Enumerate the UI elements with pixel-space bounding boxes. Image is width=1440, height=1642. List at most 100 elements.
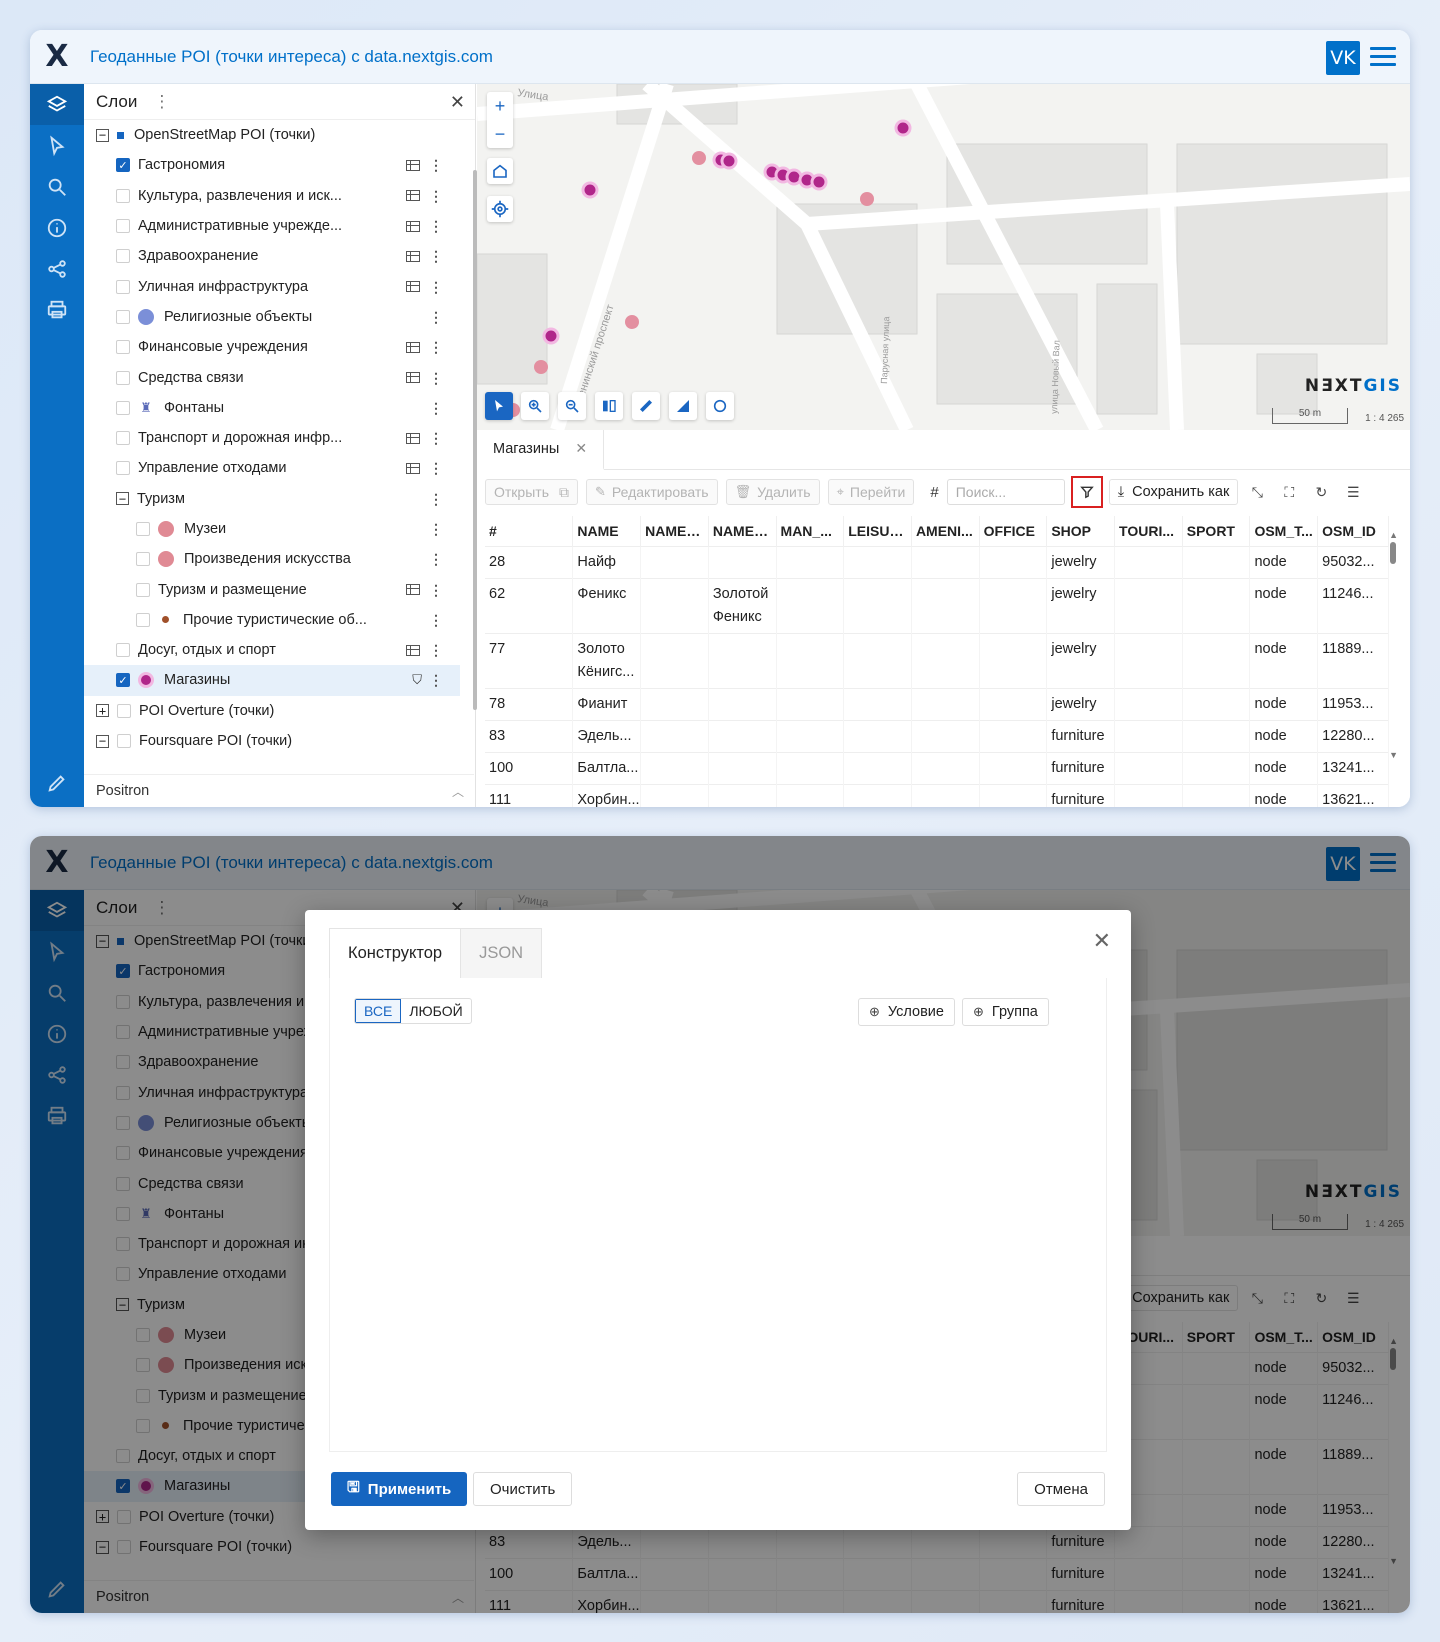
layer-checkbox[interactable] — [116, 643, 130, 658]
layer-checkbox[interactable] — [116, 249, 130, 264]
search-input[interactable]: Поиск... — [946, 479, 1065, 505]
scroll-up-icon[interactable]: ▲ — [1389, 1336, 1398, 1346]
table-row[interactable]: 111 Хорбин... furniture node 13621... — [485, 1589, 1389, 1613]
edit-button[interactable]: ✎ Редактировать — [585, 479, 718, 505]
layer-item[interactable]: ♜ Фонтаны ⋮ — [84, 393, 460, 423]
layer-checkbox[interactable] — [136, 552, 150, 567]
layer-checkbox[interactable]: ✓ — [116, 964, 130, 979]
table-icon[interactable] — [406, 220, 420, 232]
layer-menu-icon[interactable]: ⋮ — [429, 673, 443, 687]
scroll-down-icon[interactable]: ▼ — [1389, 1556, 1398, 1566]
print-icon[interactable] — [30, 289, 84, 330]
table-icon[interactable] — [406, 281, 420, 293]
save-as-button[interactable]: ⤓ Сохранить как — [1108, 479, 1239, 505]
layer-checkbox[interactable] — [116, 1146, 130, 1161]
layer-item[interactable]: Произведения искусства ⋮ — [84, 544, 460, 574]
match-all-option[interactable]: ВСЕ — [355, 999, 402, 1023]
collapse-icon[interactable]: ⤡ — [1244, 479, 1270, 505]
layer-checkbox[interactable] — [116, 461, 130, 476]
table-icon[interactable] — [406, 584, 420, 596]
column-header[interactable]: TOURI... — [1114, 516, 1183, 546]
search-icon[interactable] — [30, 166, 84, 207]
column-header[interactable]: SPORT — [1182, 1322, 1251, 1352]
table-row[interactable]: 77Золото Кёнигс... jewelry node11889... — [485, 632, 1389, 688]
basemap-selector[interactable]: Positron ︿ — [84, 774, 474, 807]
collapse-tree-icon[interactable]: − — [96, 1540, 109, 1554]
layer-menu-icon[interactable]: ⋮ — [429, 492, 443, 506]
layer-checkbox[interactable] — [116, 1055, 130, 1070]
filter-button[interactable] — [1070, 476, 1103, 508]
layer-checkbox[interactable] — [116, 219, 130, 234]
cancel-button[interactable]: Отмена — [1017, 1472, 1105, 1506]
table-icon[interactable] — [406, 372, 420, 384]
clear-button[interactable]: Очистить — [473, 1472, 573, 1506]
layer-item[interactable]: + POI Overture (точки) — [84, 696, 460, 726]
layer-menu-icon[interactable]: ⋮ — [429, 249, 443, 263]
layer-item[interactable]: − Foursquare POI (точки) — [84, 726, 460, 750]
layer-checkbox[interactable] — [116, 1085, 130, 1100]
vk-logo[interactable]: VK — [1326, 847, 1360, 881]
column-header[interactable]: LEISURE — [843, 516, 912, 546]
tab-json[interactable]: JSON — [461, 928, 543, 978]
layer-item[interactable]: Управление отходами ⋮ — [84, 453, 460, 483]
kebab-menu-icon[interactable]: ⋮ — [153, 898, 170, 918]
column-header[interactable]: # — [485, 516, 574, 546]
select-cursor-icon[interactable] — [30, 125, 84, 166]
collapse-tree-icon[interactable]: − — [116, 1298, 129, 1312]
layer-item[interactable]: Здравоохранение ⋮ — [84, 241, 460, 271]
layer-checkbox[interactable] — [136, 1418, 150, 1433]
table-row[interactable]: 78Фианит jewelry node11953... — [485, 687, 1389, 720]
layer-checkbox[interactable] — [117, 1509, 131, 1524]
layer-checkbox[interactable] — [136, 1358, 150, 1373]
layer-menu-icon[interactable]: ⋮ — [429, 431, 443, 445]
share-icon[interactable] — [30, 1054, 84, 1095]
layer-menu-icon[interactable]: ⋮ — [429, 522, 443, 536]
measure-distance-button[interactable] — [632, 392, 660, 420]
search-icon[interactable] — [30, 972, 84, 1013]
zoom-in-button[interactable]: + — [487, 92, 513, 120]
column-header[interactable]: AMENI... — [911, 516, 980, 546]
column-header[interactable]: OSM_ID — [1317, 1322, 1389, 1352]
layer-checkbox[interactable]: ✓ — [116, 158, 130, 173]
table-icon[interactable] — [406, 462, 420, 474]
layer-checkbox[interactable] — [136, 1388, 150, 1403]
layer-checkbox[interactable] — [116, 309, 130, 324]
scroll-up-icon[interactable]: ▲ — [1389, 530, 1398, 540]
layer-checkbox[interactable] — [116, 279, 130, 294]
layer-checkbox[interactable] — [117, 703, 131, 718]
table-row[interactable]: 111 Хорбин... furniture node 13621... — [485, 783, 1389, 807]
column-header[interactable]: OFFICE — [979, 516, 1048, 546]
layer-item[interactable]: ✓ Магазины ⛉ ⋮ — [84, 665, 460, 696]
layer-checkbox[interactable]: ✓ — [116, 1479, 130, 1494]
layer-checkbox[interactable] — [116, 1206, 130, 1221]
collapse-tree-icon[interactable]: − — [96, 934, 109, 948]
menu-icon[interactable] — [1370, 853, 1396, 873]
goto-button[interactable]: ⌖ Перейти — [827, 479, 915, 505]
table-row[interactable]: 83 Эдель... furniture node 12280... — [485, 719, 1389, 752]
refresh-icon[interactable]: ↻ — [1308, 479, 1334, 505]
table-icon[interactable] — [406, 644, 420, 656]
expand-icon[interactable]: + — [96, 704, 109, 718]
collapse-tree-icon[interactable]: − — [116, 492, 129, 506]
table-row[interactable]: 62Феникс Золотой Феникс jewelry node11246..… — [485, 577, 1389, 633]
app-logo[interactable]: X — [30, 836, 84, 890]
table-icon[interactable] — [406, 341, 420, 353]
layer-checkbox[interactable] — [116, 1115, 130, 1130]
layer-item[interactable]: Туризм и размещение ⋮ — [84, 574, 460, 604]
chevron-up-icon[interactable]: ︿ — [452, 783, 464, 800]
measure-circle-button[interactable] — [706, 392, 734, 420]
layer-menu-icon[interactable]: ⋮ — [429, 583, 443, 597]
layer-menu-icon[interactable]: ⋮ — [429, 280, 443, 294]
layer-menu-icon[interactable]: ⋮ — [429, 310, 443, 324]
layer-checkbox[interactable] — [116, 370, 130, 385]
share-icon[interactable] — [30, 248, 84, 289]
table-row[interactable]: 100 Балтла... furniture node 13241... — [485, 1557, 1389, 1590]
info-icon[interactable] — [30, 1013, 84, 1054]
collapse-icon[interactable]: ⤡ — [1244, 1285, 1270, 1311]
layer-checkbox[interactable] — [116, 400, 130, 415]
layer-menu-icon[interactable]: ⋮ — [429, 371, 443, 385]
layer-menu-icon[interactable]: ⋮ — [429, 613, 443, 627]
table-row[interactable]: 100 Балтла... furniture node 13241... — [485, 751, 1389, 784]
home-extent-button[interactable] — [487, 158, 513, 184]
layer-checkbox[interactable] — [116, 1176, 130, 1191]
